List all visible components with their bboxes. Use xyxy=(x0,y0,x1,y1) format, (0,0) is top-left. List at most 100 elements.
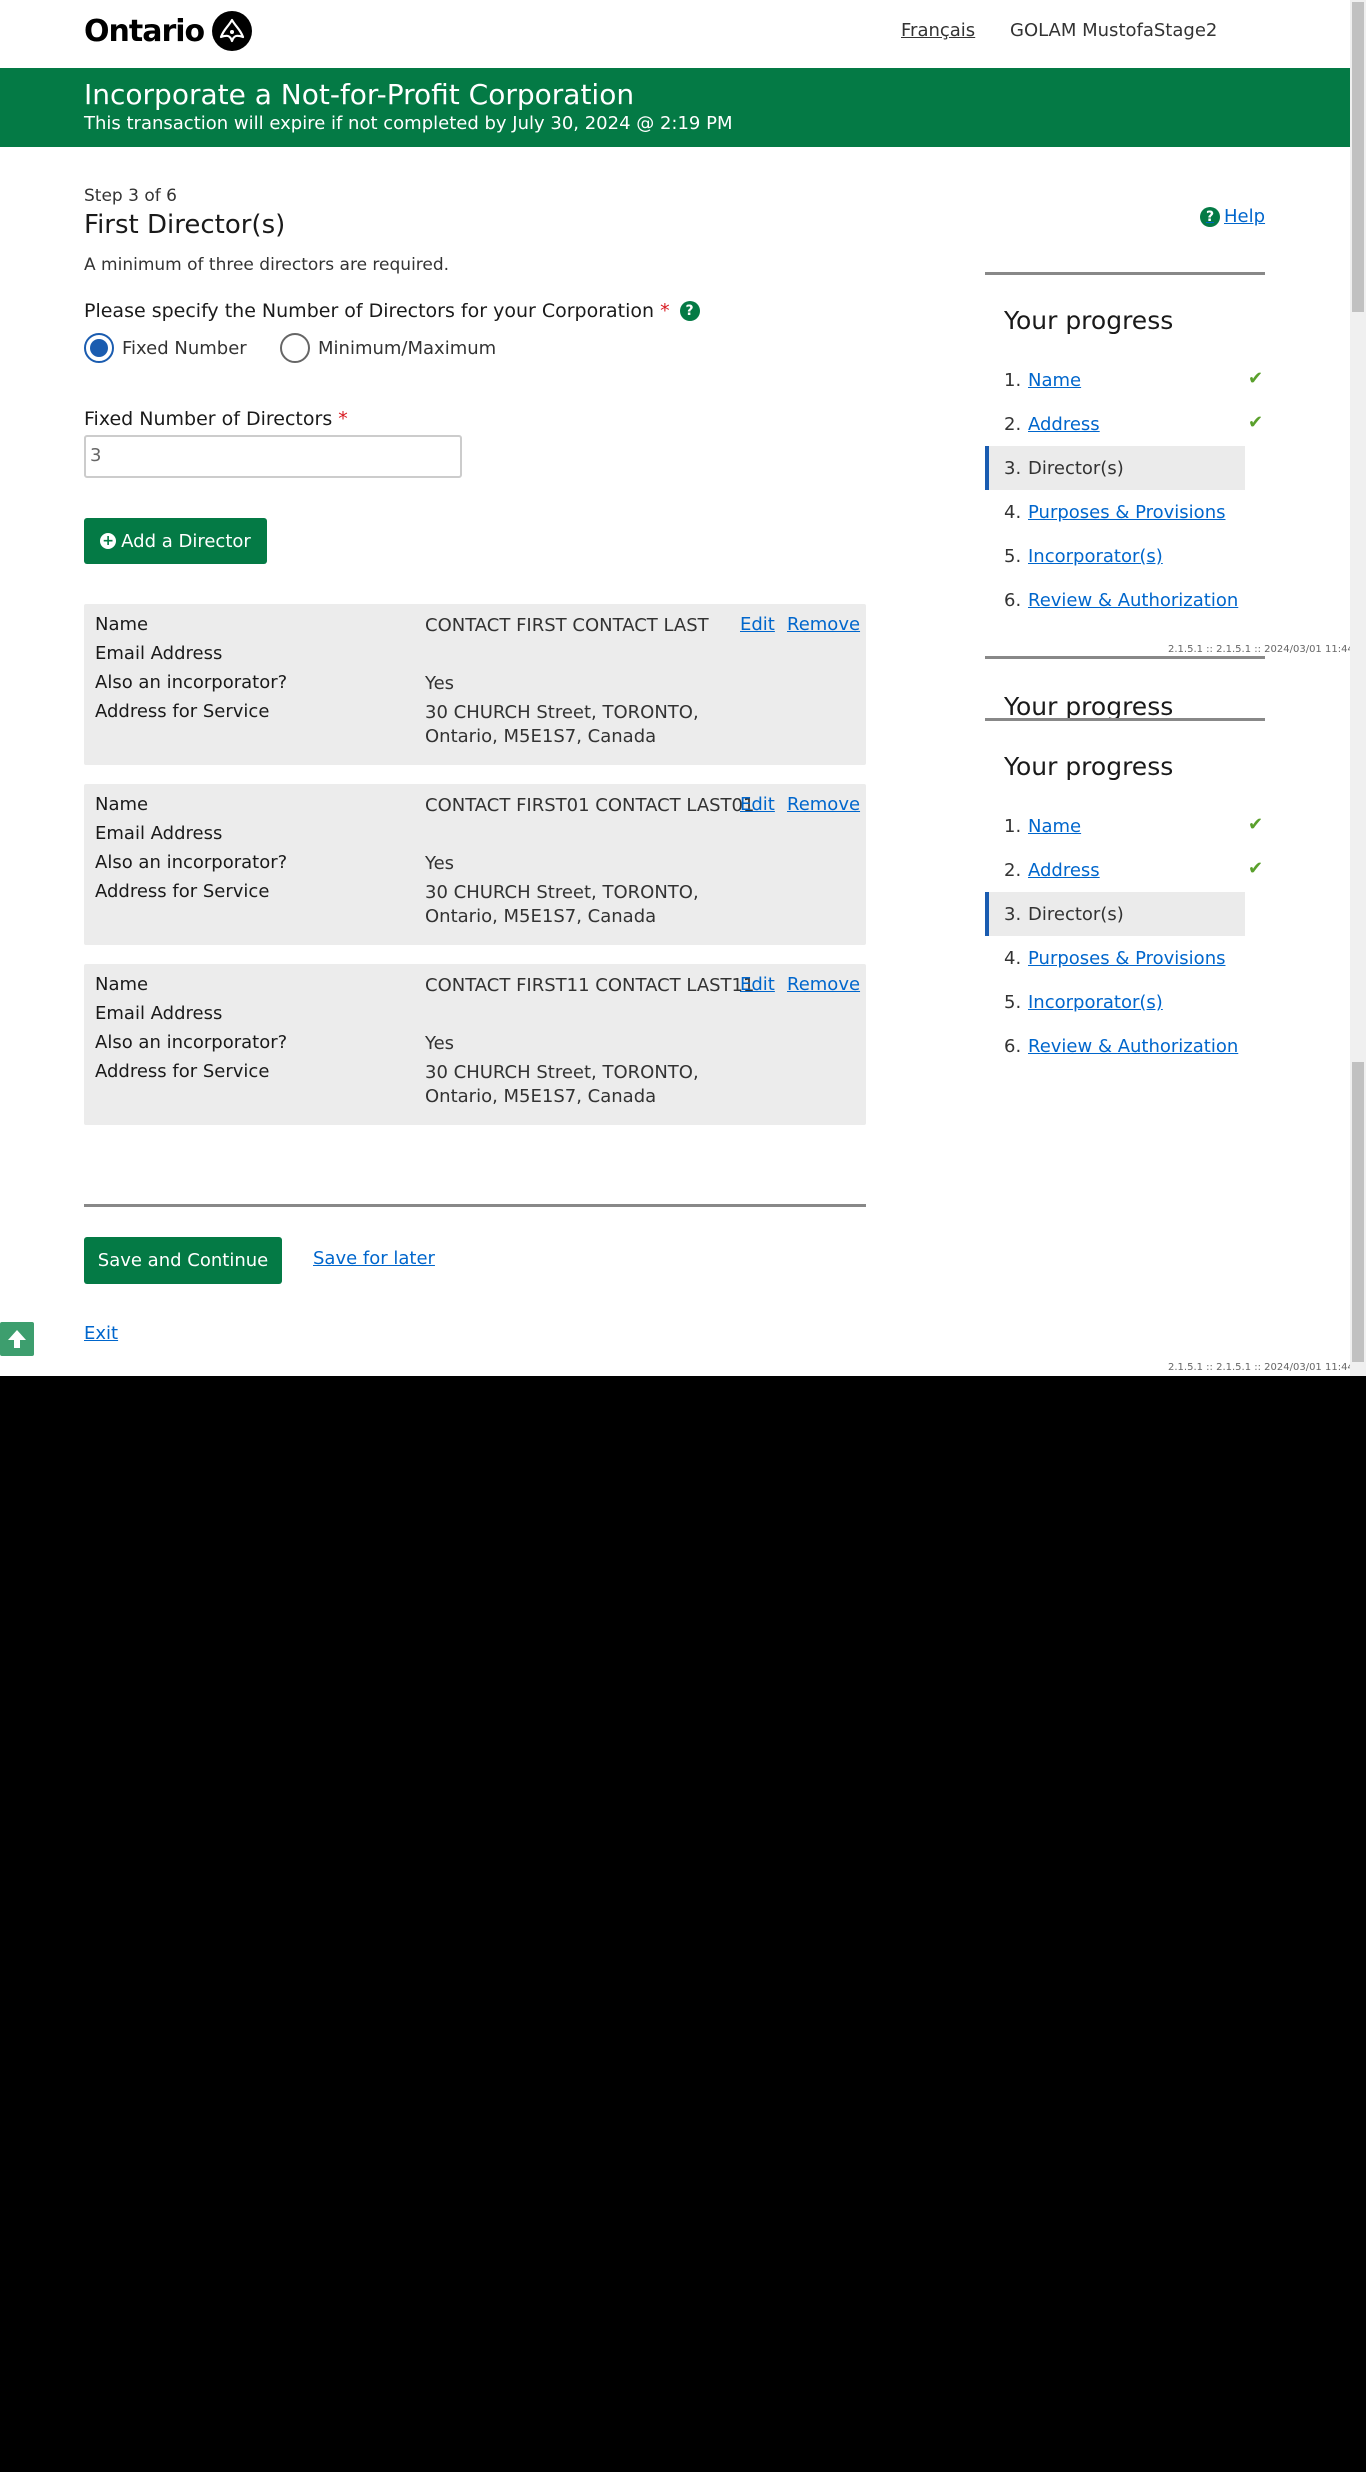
fixed-number-label: Fixed Number of Directors * xyxy=(84,408,348,430)
question-text: Please specify the Number of Directors f… xyxy=(84,300,655,322)
step-link[interactable]: Purposes & Provisions xyxy=(1028,502,1225,523)
remove-director-link[interactable]: Remove xyxy=(787,614,860,635)
progress-top-rule xyxy=(985,272,1265,275)
director-card: Name CONTACT FIRST CONTACT LAST Edit Rem… xyxy=(84,604,866,765)
progress-title-ghost: Your progress xyxy=(1004,692,1174,721)
step-link[interactable]: Review & Authorization xyxy=(1028,1036,1238,1057)
incorporator-value: Yes xyxy=(425,673,455,694)
address-line1: 30 CHURCH Street, TORONTO, xyxy=(425,882,699,903)
exit-link[interactable]: Exit xyxy=(84,1323,118,1344)
remove-director-link[interactable]: Remove xyxy=(787,974,860,995)
version-tag: 2.1.5.1 :: 2.1.5.1 :: 2024/03/01 11:44 xyxy=(1168,644,1354,655)
frame-scrollbar[interactable] xyxy=(1350,0,1366,650)
required-asterisk: * xyxy=(660,300,670,322)
incorporator-label: Also an incorporator? xyxy=(95,852,288,873)
director-name: CONTACT FIRST11 CONTACT LAST11 xyxy=(425,975,755,996)
progress-step-review[interactable]: 6. Review & Authorization xyxy=(985,1024,1245,1068)
step-number: 1. xyxy=(1004,815,1022,837)
step-link[interactable]: Name xyxy=(1028,370,1081,391)
language-toggle-link[interactable]: Français xyxy=(901,20,975,41)
scroll-to-top-button[interactable] xyxy=(0,1322,34,1356)
radio-label-minmax: Minimum/Maximum xyxy=(318,337,497,359)
step-label-current: Director(s) xyxy=(1028,903,1124,925)
step-number: 5. xyxy=(1004,545,1022,567)
progress-step-address[interactable]: 2. Address xyxy=(985,848,1245,892)
expiry-notice: This transaction will expire if not comp… xyxy=(84,113,733,134)
name-label: Name xyxy=(95,974,149,995)
name-label: Name xyxy=(95,794,149,815)
radio-button-unchecked[interactable] xyxy=(280,333,310,363)
radio-minimum-maximum[interactable]: Minimum/Maximum xyxy=(280,333,496,363)
progress-step-name[interactable]: 1. Name xyxy=(985,358,1245,402)
frame-scrollbar-thumb[interactable] xyxy=(1352,2,1364,312)
progress-step-review[interactable]: 6. Review & Authorization xyxy=(985,578,1245,622)
progress-step-name[interactable]: 1. Name xyxy=(985,804,1245,848)
plus-circle-icon: + xyxy=(100,533,117,549)
fixed-number-label-text: Fixed Number of Directors xyxy=(84,408,333,430)
directors-count-question: Please specify the Number of Directors f… xyxy=(84,300,700,322)
address-line2: Ontario, M5E1S7, Canada xyxy=(425,726,657,747)
help-label: Help xyxy=(1224,206,1266,227)
edit-director-link[interactable]: Edit xyxy=(740,794,775,815)
step-number: 3. xyxy=(1004,903,1022,925)
checkmark-icon: ✔ xyxy=(1248,368,1264,389)
version-tag: 2.1.5.1 :: 2.1.5.1 :: 2024/03/01 11:44 xyxy=(1168,1362,1354,1373)
address-line1: 30 CHURCH Street, TORONTO, xyxy=(425,702,699,723)
arrow-up-icon xyxy=(8,1330,26,1348)
progress-title: Your progress xyxy=(1004,306,1174,335)
page-title: First Director(s) xyxy=(84,210,286,240)
address-label: Address for Service xyxy=(95,881,270,902)
step-link[interactable]: Review & Authorization xyxy=(1028,590,1238,611)
form-divider xyxy=(84,1204,866,1207)
progress-step-purposes[interactable]: 4. Purposes & Provisions xyxy=(985,936,1245,980)
add-director-label: Add a Director xyxy=(121,530,251,552)
progress-step-incorporators[interactable]: 5. Incorporator(s) xyxy=(985,534,1245,578)
add-director-button[interactable]: + Add a Director xyxy=(84,518,267,564)
save-and-continue-button[interactable]: Save and Continue xyxy=(84,1237,282,1284)
progress-step-purposes[interactable]: 4. Purposes & Provisions xyxy=(985,490,1245,534)
address-label: Address for Service xyxy=(95,1061,270,1082)
logo-wordmark: Ontario xyxy=(84,13,205,49)
step-number: 2. xyxy=(1004,859,1022,881)
progress-bottom-rule xyxy=(985,656,1265,659)
checkmark-icon: ✔ xyxy=(1248,814,1264,835)
step-number: 3. xyxy=(1004,457,1022,479)
question-help-icon[interactable]: ? xyxy=(679,301,700,321)
step-number: 4. xyxy=(1004,501,1022,523)
step-link[interactable]: Address xyxy=(1028,414,1100,435)
step-number: 6. xyxy=(1004,589,1022,611)
step-number: 6. xyxy=(1004,1035,1022,1057)
incorporator-label: Also an incorporator? xyxy=(95,1032,288,1053)
step-link[interactable]: Incorporator(s) xyxy=(1028,992,1163,1013)
email-label: Email Address xyxy=(95,643,223,664)
transaction-title: Incorporate a Not-for-Profit Corporation xyxy=(84,78,635,111)
trillium-icon xyxy=(212,11,253,51)
progress-step-directors-current: 3. Director(s) xyxy=(985,892,1245,936)
edit-director-link[interactable]: Edit xyxy=(740,614,775,635)
progress-step-incorporators[interactable]: 5. Incorporator(s) xyxy=(985,980,1245,1024)
progress-title: Your progress xyxy=(1004,752,1174,781)
step-number: 4. xyxy=(1004,947,1022,969)
help-link[interactable]: ? Help xyxy=(1200,206,1265,227)
save-for-later-link[interactable]: Save for later xyxy=(313,1248,435,1269)
fixed-number-input[interactable]: 3 xyxy=(84,435,462,478)
page-viewport: Ontario Français GOLAM MustofaStage2 Inc… xyxy=(0,0,1366,1376)
incorporator-label: Also an incorporator? xyxy=(95,672,288,693)
step-link[interactable]: Incorporator(s) xyxy=(1028,546,1163,567)
page-scrollbar-thumb[interactable] xyxy=(1352,1062,1364,1362)
remove-director-link[interactable]: Remove xyxy=(787,794,860,815)
radio-fixed-number[interactable]: Fixed Number xyxy=(84,333,247,363)
user-account-name[interactable]: GOLAM MustofaStage2 xyxy=(1010,20,1217,41)
address-label: Address for Service xyxy=(95,701,270,722)
edit-director-link[interactable]: Edit xyxy=(740,974,775,995)
step-link[interactable]: Purposes & Provisions xyxy=(1028,948,1225,969)
step-link[interactable]: Address xyxy=(1028,860,1100,881)
progress-step-address[interactable]: 2. Address xyxy=(985,402,1245,446)
incorporator-value: Yes xyxy=(425,1033,455,1054)
radio-button-checked[interactable] xyxy=(84,333,114,363)
address-line1: 30 CHURCH Street, TORONTO, xyxy=(425,1062,699,1083)
ontario-logo[interactable]: Ontario xyxy=(84,8,253,54)
email-label: Email Address xyxy=(95,823,223,844)
step-link[interactable]: Name xyxy=(1028,816,1081,837)
progress-ghost-rule xyxy=(985,718,1265,721)
